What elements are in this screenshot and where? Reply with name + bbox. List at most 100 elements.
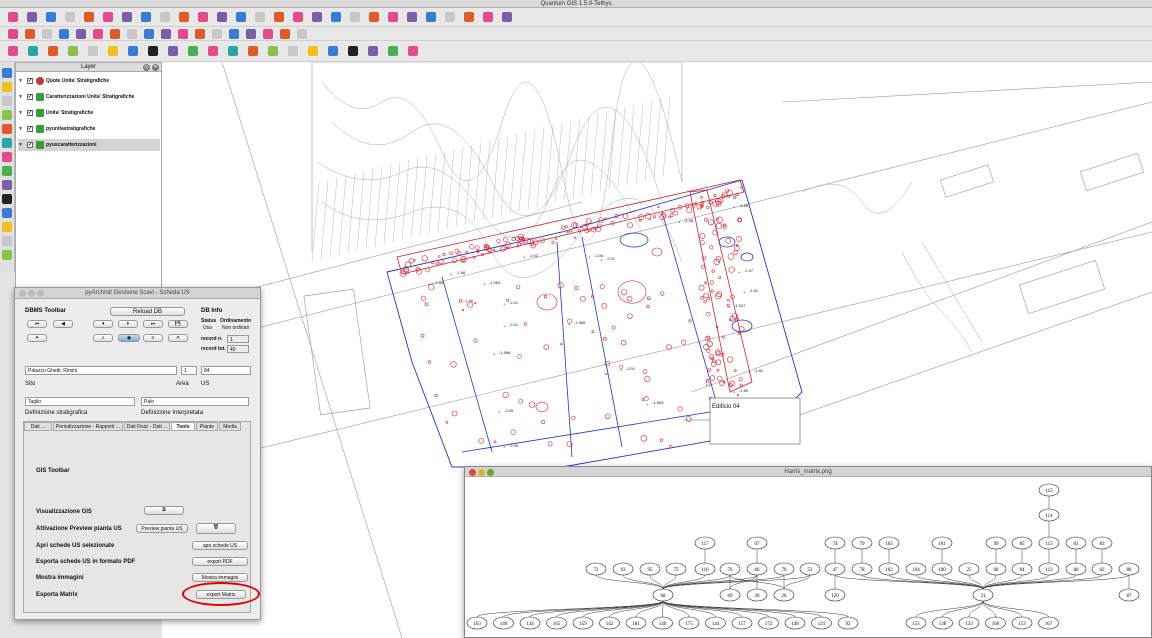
close-icon[interactable]: ✕ <box>152 64 159 71</box>
toolbar-tool-icon[interactable] <box>445 12 455 22</box>
toolbar-tool-icon[interactable] <box>212 29 222 39</box>
expand-arrow-icon[interactable]: ▼ <box>18 91 23 103</box>
toolbar-tool-icon[interactable] <box>141 12 151 22</box>
trash-button[interactable]: 🗑 <box>196 523 236 534</box>
layer-visibility-checkbox[interactable]: ✓ <box>27 78 33 84</box>
toolbar-tool-icon[interactable] <box>312 12 322 22</box>
toolbar-tool-icon[interactable] <box>168 46 178 56</box>
toolbar-tool-icon[interactable] <box>179 12 189 22</box>
left-tool-icon[interactable] <box>2 110 12 120</box>
left-tool-icon[interactable] <box>2 82 12 92</box>
zoom-dot-icon[interactable] <box>37 290 44 297</box>
layer-item[interactable]: ▼ ✓ pyuscaratterizzazioni <box>18 139 160 151</box>
toolbar-tool-icon[interactable] <box>288 46 298 56</box>
close-dot-icon[interactable] <box>19 290 26 297</box>
toolbar-tool-icon[interactable] <box>59 29 69 39</box>
view-all-button[interactable]: ◉ <box>118 334 140 342</box>
last-button[interactable]: ⏭ <box>143 320 163 328</box>
layer-item[interactable]: ▼ ✓ Caratterizzazioni Unita' Stratigrafich… <box>18 91 160 103</box>
expand-arrow-icon[interactable]: ▼ <box>18 139 23 151</box>
toolbar-tool-icon[interactable] <box>407 12 417 22</box>
toolbar-tool-icon[interactable] <box>502 12 512 22</box>
toolbar-tool-icon[interactable] <box>8 12 18 22</box>
toolbar-tool-icon[interactable] <box>274 12 284 22</box>
left-tool-icon[interactable] <box>2 152 12 162</box>
tab-media[interactable]: Media <box>219 422 241 431</box>
forward-button[interactable]: ⏵ <box>118 320 138 328</box>
toolbar-tool-icon[interactable] <box>217 12 227 22</box>
toolbar-tool-icon[interactable] <box>331 12 341 22</box>
toolbar-tool-icon[interactable] <box>178 29 188 39</box>
toolbar-tool-icon[interactable] <box>464 12 474 22</box>
toolbar-tool-icon[interactable] <box>76 29 86 39</box>
left-tool-icon[interactable] <box>2 180 12 190</box>
toolbar-tool-icon[interactable] <box>348 46 358 56</box>
toolbar-tool-icon[interactable] <box>268 46 278 56</box>
toolbar-tool-icon[interactable] <box>368 46 378 56</box>
definizione-interpretata-select[interactable]: Palo <box>141 397 249 406</box>
toolbar-tool-icon[interactable] <box>328 46 338 56</box>
left-tool-icon[interactable] <box>2 236 12 246</box>
toolbar-tool-icon[interactable] <box>65 12 75 22</box>
search-button[interactable]: ⌕ <box>93 334 113 342</box>
toolbar-tool-icon[interactable] <box>388 46 398 56</box>
layer-item[interactable]: ▼ ✓ pyunitastratigrafiche <box>18 123 160 135</box>
toolbar-tool-icon[interactable] <box>297 29 307 39</box>
toolbar-tool-icon[interactable] <box>8 46 18 56</box>
toolbar-tool-icon[interactable] <box>93 29 103 39</box>
export-pdf-button[interactable]: export PDF <box>192 557 248 566</box>
toolbar-tool-icon[interactable] <box>280 29 290 39</box>
toolbar-tool-icon[interactable] <box>369 12 379 22</box>
layer-visibility-checkbox[interactable]: ✓ <box>27 110 33 116</box>
toolbar-tool-icon[interactable] <box>108 46 118 56</box>
save-button[interactable]: 💾 <box>168 320 188 328</box>
toolbar-tool-icon[interactable] <box>483 12 493 22</box>
toolbar-tool-icon[interactable] <box>28 46 38 56</box>
toolbar-tool-icon[interactable] <box>236 12 246 22</box>
layer-visibility-checkbox[interactable]: ✓ <box>27 94 33 100</box>
tab-periodizzazione-rapporti[interactable]: Periodizzazione - Rapporti ... <box>53 422 123 431</box>
minimize-dot-icon[interactable] <box>28 290 35 297</box>
toolbar-tool-icon[interactable] <box>308 46 318 56</box>
toolbar-tool-icon[interactable] <box>110 29 120 39</box>
toolbar-tool-icon[interactable] <box>198 12 208 22</box>
left-tool-icon[interactable] <box>2 194 12 204</box>
toolbar-tool-icon[interactable] <box>255 12 265 22</box>
first-record-button[interactable]: ⏮ <box>27 320 47 328</box>
toolbar-tool-icon[interactable] <box>103 12 113 22</box>
toolbar-tool-icon[interactable] <box>144 29 154 39</box>
toolbar-tool-icon[interactable] <box>84 12 94 22</box>
toolbar-tool-icon[interactable] <box>46 12 56 22</box>
toolbar-tool-icon[interactable] <box>25 29 35 39</box>
tab-dati-fisici-dati[interactable]: Dati Fisici - Dati ... <box>124 422 170 431</box>
apri-schede-button[interactable]: apri schede US <box>192 541 248 550</box>
toolbar-tool-icon[interactable] <box>122 12 132 22</box>
toolbar-tool-icon[interactable] <box>208 46 218 56</box>
definizione-stratigrafica-select[interactable]: Taglio <box>25 397 135 406</box>
reload-db-button[interactable]: Reload DB <box>110 307 185 316</box>
toolbar-tool-icon[interactable] <box>27 12 37 22</box>
prev-record-button[interactable]: ◀ <box>53 320 73 328</box>
back-button[interactable]: ⏴ <box>93 320 113 328</box>
minimize-dot-icon[interactable] <box>478 469 485 476</box>
expand-arrow-icon[interactable]: ▼ <box>18 75 23 87</box>
toolbar-tool-icon[interactable] <box>127 29 137 39</box>
toolbar-tool-icon[interactable] <box>68 46 78 56</box>
left-tool-icon[interactable] <box>2 138 12 148</box>
toolbar-tool-icon[interactable] <box>426 12 436 22</box>
toolbar-tool-icon[interactable] <box>229 29 239 39</box>
toolbar-tool-icon[interactable] <box>228 46 238 56</box>
tab-piante[interactable]: Piante <box>196 422 218 431</box>
toolbar-tool-icon[interactable] <box>128 46 138 56</box>
new-record-button[interactable]: ✦ <box>27 334 47 342</box>
layer-item[interactable]: ▼ ✓ Quote Unita' Stratigrafiche <box>18 75 160 87</box>
layer-visibility-checkbox[interactable]: ✓ <box>27 142 33 148</box>
toolbar-tool-icon[interactable] <box>195 29 205 39</box>
toolbar-tool-icon[interactable] <box>248 46 258 56</box>
layer-visibility-checkbox[interactable]: ✓ <box>27 126 33 132</box>
tab-dati[interactable]: Dati ... <box>24 422 52 431</box>
toolbar-tool-icon[interactable] <box>350 12 360 22</box>
us-field[interactable]: 84 <box>201 366 251 375</box>
left-tool-icon[interactable] <box>2 250 12 260</box>
area-select[interactable]: 1 <box>181 366 197 375</box>
